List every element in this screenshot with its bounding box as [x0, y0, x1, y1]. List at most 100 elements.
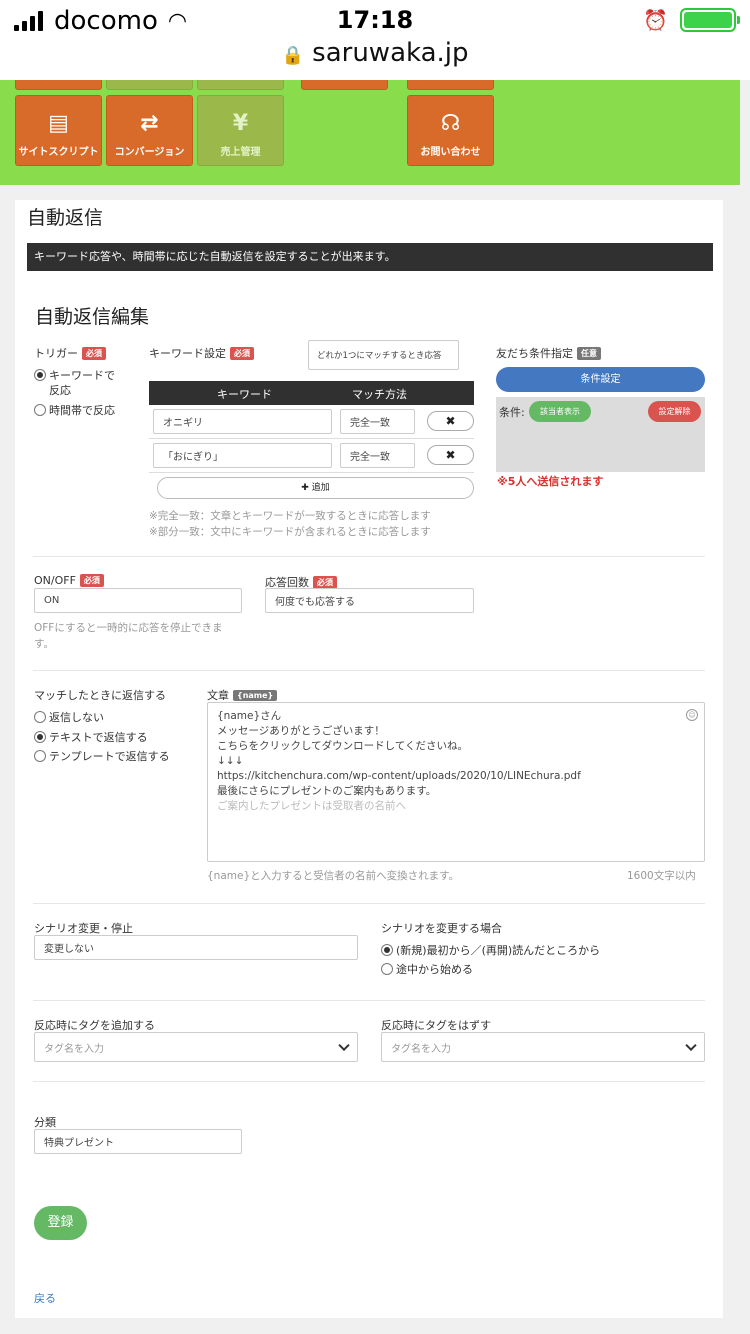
keyword-settings-label: キーワード設定 必須 [149, 345, 254, 361]
menu-tile-site-script[interactable]: ▤ サイトスクリプト [15, 95, 102, 166]
onoff-label: ON/OFF 必須 [34, 574, 104, 587]
page-title: 自動返信 [27, 207, 104, 229]
keyword-input[interactable]: 「おにぎり」 [153, 443, 332, 468]
match-method-select[interactable]: 完全一致 [340, 443, 415, 468]
row-divider [149, 472, 474, 473]
section-divider [33, 1081, 705, 1082]
add-keyword-button[interactable]: ✚ 追加 [157, 477, 474, 499]
match-mode-select[interactable]: どれか1つにマッチするとき応答 [308, 340, 459, 370]
radio-unchecked[interactable] [34, 711, 46, 723]
radio-checked[interactable] [381, 944, 393, 956]
headset-support-icon: ☊ [440, 111, 461, 136]
radio-checked[interactable] [34, 731, 46, 743]
keyword-input[interactable]: オニギリ [153, 409, 332, 434]
section-divider [33, 1000, 705, 1001]
add-tag-select[interactable]: タグ名を入力 [34, 1032, 358, 1062]
menu-tile-partial[interactable] [15, 80, 102, 90]
trigger-option-time[interactable]: 時間帯で反応 [34, 403, 115, 418]
menu-tile-contact[interactable]: ☊ お問い合わせ [407, 95, 494, 166]
scenario-select[interactable]: 変更しない [34, 935, 358, 960]
required-badge: 必須 [82, 347, 106, 360]
clock: 17:18 [336, 6, 414, 34]
reply-option-text[interactable]: テキストで返信する [34, 730, 148, 745]
plus-icon: ✚ [301, 483, 309, 493]
emoji-picker-icon[interactable]: ☺ [686, 709, 698, 721]
match-notes: ※完全一致：文章とキーワードが一致するときに応答します ※部分一致：文中にキーワ… [149, 510, 431, 538]
condition-label: 条件: [499, 406, 525, 419]
required-badge: 必須 [230, 347, 254, 360]
scenario-label: シナリオ変更・停止 [34, 922, 133, 935]
menu-tile-partial[interactable] [197, 80, 284, 90]
feature-menu: ▤ サイトスクリプト ⇄ コンバージョン ¥ 売上管理 ☊ お問い合わせ [0, 80, 740, 185]
category-input[interactable]: 特典プレゼント [34, 1129, 242, 1154]
radio-unchecked[interactable] [381, 963, 393, 975]
section-divider [33, 670, 705, 671]
exchange-arrows-icon: ⇄ [140, 111, 159, 136]
money-bag-icon: ¥ [232, 111, 249, 136]
section-divider [33, 556, 705, 557]
reply-option-none[interactable]: 返信しない [34, 710, 104, 725]
add-tag-label: 反応時にタグを追加する [34, 1019, 155, 1032]
menu-tile-label: 売上管理 [220, 147, 261, 158]
message-textarea[interactable]: {name}さん メッセージありがとうございます！ こちらをクリックしてダウンロ… [207, 702, 705, 862]
onoff-note: OFFにすると一時的に応答を停止できま す。 [34, 622, 223, 650]
set-condition-button[interactable]: 条件設定 [496, 367, 705, 392]
radio-checked[interactable] [34, 369, 46, 381]
register-button[interactable]: 登録 [34, 1206, 87, 1240]
required-badge: 必須 [79, 574, 104, 587]
url-text: saruwaka.jp [312, 38, 469, 68]
message-label: 文章 {name} [207, 687, 278, 703]
trigger-label: トリガー 必須 [34, 345, 106, 361]
lock-icon: 🔒 [281, 45, 304, 66]
browser-window-icon: ▤ [48, 111, 69, 136]
browser-status-bar: docomo ◠ 17:18 🔒 saruwaka.jp ⏰ [0, 0, 750, 80]
onoff-select[interactable]: ON [34, 588, 242, 613]
response-count-select[interactable]: 何度でも応答する [265, 588, 474, 613]
menu-tile-label: サイトスクリプト [18, 147, 99, 158]
keyword-table-header: キーワード マッチ方法 [149, 381, 474, 405]
name-hint: {name}と入力すると受信者の名前へ変換されます。 [207, 870, 460, 882]
remove-keyword-button[interactable]: ✖ [427, 445, 474, 465]
auto-reply-card: 自動返信 キーワード応答や、時間帯に応じた自動返信を設定することが出来ます。 自… [15, 200, 723, 1318]
category-label: 分類 [34, 1116, 56, 1129]
scenario-option-midway[interactable]: 途中から始める [381, 962, 473, 977]
remove-tag-label: 反応時にタグをはずす [381, 1019, 491, 1032]
menu-tile-label: お問い合わせ [420, 147, 481, 158]
menu-tile-label: コンバージョン [114, 147, 185, 158]
menu-tile-partial[interactable] [407, 80, 494, 90]
match-method-select[interactable]: 完全一致 [340, 409, 415, 434]
menu-tile-conversion[interactable]: ⇄ コンバージョン [106, 95, 193, 166]
chevron-down-icon [338, 1039, 350, 1052]
description-banner: キーワード応答や、時間帯に応じた自動返信を設定することが出来ます。 [27, 243, 713, 271]
column-keyword: キーワード [217, 388, 272, 401]
remove-keyword-button[interactable]: ✖ [427, 411, 474, 431]
chevron-down-icon [685, 1039, 697, 1052]
recipient-count: ※5人へ送信されます [497, 475, 604, 488]
menu-tile-sales[interactable]: ¥ 売上管理 [197, 95, 284, 166]
radio-unchecked[interactable] [34, 750, 46, 762]
section-divider [33, 903, 705, 904]
status-icons: ⏰ [643, 8, 740, 32]
remove-tag-select[interactable]: タグ名を入力 [381, 1032, 705, 1062]
menu-tile-partial[interactable] [301, 80, 388, 90]
condition-box: 条件: 該当者表示 設定解除 [496, 397, 705, 472]
back-link[interactable]: 戻る [34, 1290, 56, 1306]
scenario-option-restart[interactable]: (新規)最初から／(再開)読んだところから [381, 943, 600, 958]
name-tag-badge: {name} [233, 690, 278, 701]
reply-option-template[interactable]: テンプレートで返信する [34, 749, 170, 764]
reply-label: マッチしたときに返信する [34, 689, 166, 702]
trigger-option-keyword[interactable]: キーワードで 反応 [34, 368, 115, 398]
column-match-method: マッチ方法 [352, 388, 407, 401]
char-limit: 1600文字以内 [627, 870, 696, 882]
friend-condition-label: 友だち条件指定 任意 [496, 345, 601, 361]
address-bar[interactable]: 🔒 saruwaka.jp [0, 38, 750, 68]
alarm-icon: ⏰ [643, 8, 668, 32]
row-divider [149, 438, 474, 439]
clear-condition-button[interactable]: 設定解除 [648, 401, 701, 422]
section-title: 自動返信編集 [35, 306, 150, 328]
radio-unchecked[interactable] [34, 404, 46, 416]
show-matching-button[interactable]: 該当者表示 [529, 401, 591, 422]
menu-tile-partial[interactable] [106, 80, 193, 90]
optional-badge: 任意 [577, 347, 601, 360]
battery-charging-icon [680, 8, 740, 32]
